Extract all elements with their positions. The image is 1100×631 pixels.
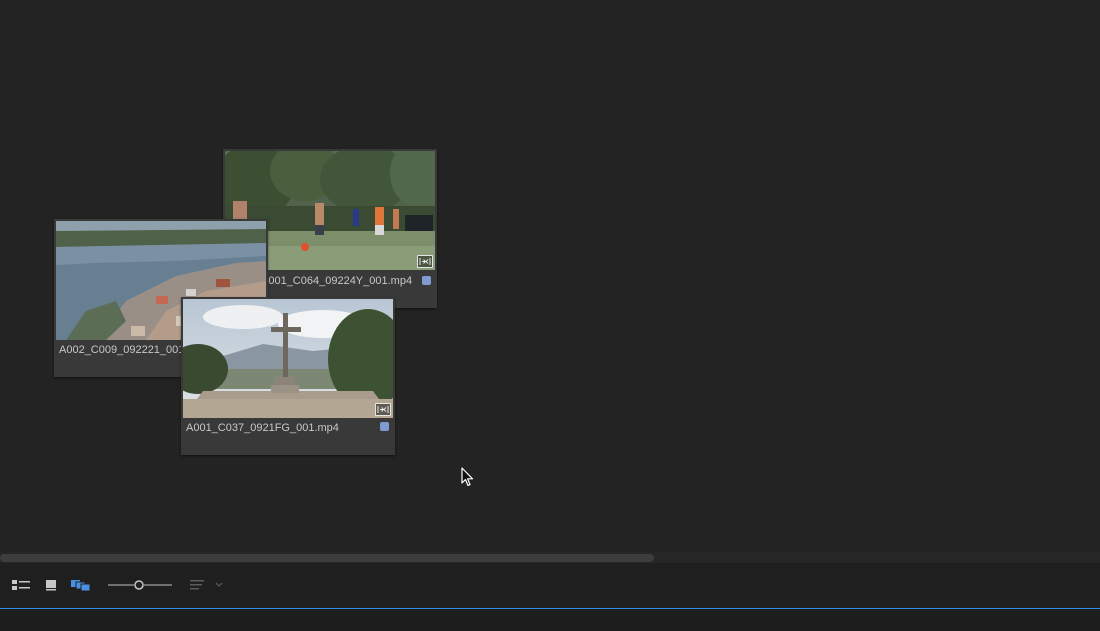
label-color-swatch[interactable] [422,276,431,285]
status-strip [0,609,1100,631]
hilltop-cross-image [183,299,393,418]
clip-name[interactable]: A001_C064_09224Y_001.mp4 [261,275,421,287]
icon-view-icon[interactable] [40,577,62,593]
mouse-pointer-icon [461,467,475,487]
video-audio-icon [417,255,433,268]
horizontal-scrollbar[interactable] [0,552,1100,563]
clip-thumbnail-cross[interactable] [183,299,393,418]
sort-icon[interactable] [188,577,228,593]
clip-card-cross[interactable]: A001_C037_0921FG_001.mp4 [181,297,395,455]
label-color-swatch[interactable] [380,422,389,431]
video-audio-icon [375,403,391,416]
bin-freeform-area[interactable]: A001_C064_09224Y_001.mp4 A002_C009_09222… [0,0,1100,552]
scrollbar-thumb[interactable] [0,554,654,562]
view-toolbar [0,563,1100,608]
zoom-slider[interactable] [108,577,172,593]
freeform-view-icon[interactable] [70,577,92,593]
list-view-icon[interactable] [10,577,32,593]
project-panel: A001_C064_09224Y_001.mp4 A002_C009_09222… [0,0,1100,631]
clip-name[interactable]: A002_C009_092221_001.mp4 [59,344,184,356]
clip-name[interactable]: A001_C037_0921FG_001.mp4 [186,422,366,434]
